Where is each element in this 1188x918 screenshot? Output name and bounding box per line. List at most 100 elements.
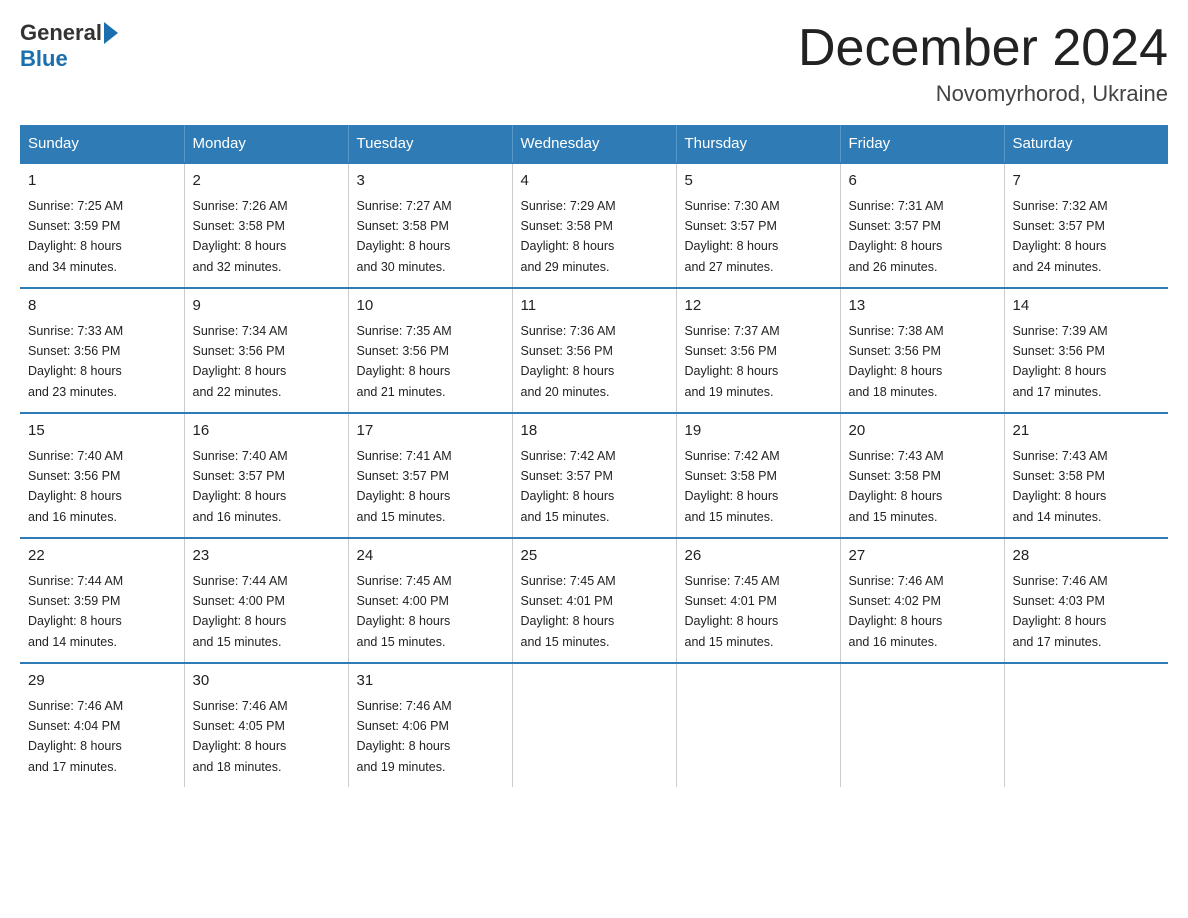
calendar-cell: 27 Sunrise: 7:46 AMSunset: 4:02 PMDaylig…	[840, 538, 1004, 663]
calendar-cell: 19 Sunrise: 7:42 AMSunset: 3:58 PMDaylig…	[676, 413, 840, 538]
logo-arrow-icon	[104, 22, 118, 44]
calendar-cell: 7 Sunrise: 7:32 AMSunset: 3:57 PMDayligh…	[1004, 163, 1168, 288]
logo-blue-text: Blue	[20, 46, 68, 72]
day-number: 20	[849, 420, 996, 443]
day-info: Sunrise: 7:46 AMSunset: 4:02 PMDaylight:…	[849, 574, 944, 649]
calendar-cell: 16 Sunrise: 7:40 AMSunset: 3:57 PMDaylig…	[184, 413, 348, 538]
day-number: 18	[521, 420, 668, 443]
calendar-cell: 5 Sunrise: 7:30 AMSunset: 3:57 PMDayligh…	[676, 163, 840, 288]
page-header: General Blue December 2024 Novomyrhorod,…	[20, 20, 1168, 107]
calendar-cell: 10 Sunrise: 7:35 AMSunset: 3:56 PMDaylig…	[348, 288, 512, 413]
day-number: 9	[193, 295, 340, 318]
calendar-cell: 4 Sunrise: 7:29 AMSunset: 3:58 PMDayligh…	[512, 163, 676, 288]
day-info: Sunrise: 7:46 AMSunset: 4:04 PMDaylight:…	[28, 699, 123, 774]
calendar-cell: 22 Sunrise: 7:44 AMSunset: 3:59 PMDaylig…	[20, 538, 184, 663]
day-info: Sunrise: 7:44 AMSunset: 3:59 PMDaylight:…	[28, 574, 123, 649]
day-info: Sunrise: 7:45 AMSunset: 4:01 PMDaylight:…	[521, 574, 616, 649]
calendar-cell: 18 Sunrise: 7:42 AMSunset: 3:57 PMDaylig…	[512, 413, 676, 538]
header-wednesday: Wednesday	[512, 125, 676, 163]
day-info: Sunrise: 7:25 AMSunset: 3:59 PMDaylight:…	[28, 199, 123, 274]
calendar-week-row: 1 Sunrise: 7:25 AMSunset: 3:59 PMDayligh…	[20, 163, 1168, 288]
day-info: Sunrise: 7:42 AMSunset: 3:57 PMDaylight:…	[521, 449, 616, 524]
day-number: 2	[193, 170, 340, 193]
calendar-week-row: 8 Sunrise: 7:33 AMSunset: 3:56 PMDayligh…	[20, 288, 1168, 413]
calendar-cell: 31 Sunrise: 7:46 AMSunset: 4:06 PMDaylig…	[348, 663, 512, 787]
day-number: 21	[1013, 420, 1161, 443]
calendar-cell: 1 Sunrise: 7:25 AMSunset: 3:59 PMDayligh…	[20, 163, 184, 288]
calendar-cell: 29 Sunrise: 7:46 AMSunset: 4:04 PMDaylig…	[20, 663, 184, 787]
day-number: 6	[849, 170, 996, 193]
day-number: 16	[193, 420, 340, 443]
day-info: Sunrise: 7:46 AMSunset: 4:03 PMDaylight:…	[1013, 574, 1108, 649]
day-info: Sunrise: 7:46 AMSunset: 4:05 PMDaylight:…	[193, 699, 288, 774]
month-title: December 2024	[798, 20, 1168, 77]
calendar-table: SundayMondayTuesdayWednesdayThursdayFrid…	[20, 125, 1168, 787]
calendar-cell: 24 Sunrise: 7:45 AMSunset: 4:00 PMDaylig…	[348, 538, 512, 663]
day-number: 29	[28, 670, 176, 693]
calendar-cell	[512, 663, 676, 787]
day-number: 7	[1013, 170, 1161, 193]
calendar-cell: 26 Sunrise: 7:45 AMSunset: 4:01 PMDaylig…	[676, 538, 840, 663]
title-block: December 2024 Novomyrhorod, Ukraine	[798, 20, 1168, 107]
calendar-cell: 8 Sunrise: 7:33 AMSunset: 3:56 PMDayligh…	[20, 288, 184, 413]
day-number: 12	[685, 295, 832, 318]
day-info: Sunrise: 7:42 AMSunset: 3:58 PMDaylight:…	[685, 449, 780, 524]
calendar-cell: 21 Sunrise: 7:43 AMSunset: 3:58 PMDaylig…	[1004, 413, 1168, 538]
calendar-week-row: 29 Sunrise: 7:46 AMSunset: 4:04 PMDaylig…	[20, 663, 1168, 787]
calendar-cell: 23 Sunrise: 7:44 AMSunset: 4:00 PMDaylig…	[184, 538, 348, 663]
day-number: 25	[521, 545, 668, 568]
location-label: Novomyrhorod, Ukraine	[798, 81, 1168, 107]
day-info: Sunrise: 7:32 AMSunset: 3:57 PMDaylight:…	[1013, 199, 1108, 274]
logo-general-text: General	[20, 20, 102, 46]
calendar-cell: 15 Sunrise: 7:40 AMSunset: 3:56 PMDaylig…	[20, 413, 184, 538]
calendar-week-row: 15 Sunrise: 7:40 AMSunset: 3:56 PMDaylig…	[20, 413, 1168, 538]
calendar-cell: 28 Sunrise: 7:46 AMSunset: 4:03 PMDaylig…	[1004, 538, 1168, 663]
day-info: Sunrise: 7:26 AMSunset: 3:58 PMDaylight:…	[193, 199, 288, 274]
calendar-cell: 25 Sunrise: 7:45 AMSunset: 4:01 PMDaylig…	[512, 538, 676, 663]
calendar-cell: 13 Sunrise: 7:38 AMSunset: 3:56 PMDaylig…	[840, 288, 1004, 413]
day-number: 24	[357, 545, 504, 568]
day-info: Sunrise: 7:30 AMSunset: 3:57 PMDaylight:…	[685, 199, 780, 274]
day-info: Sunrise: 7:39 AMSunset: 3:56 PMDaylight:…	[1013, 324, 1108, 399]
day-info: Sunrise: 7:38 AMSunset: 3:56 PMDaylight:…	[849, 324, 944, 399]
header-friday: Friday	[840, 125, 1004, 163]
header-sunday: Sunday	[20, 125, 184, 163]
day-info: Sunrise: 7:45 AMSunset: 4:01 PMDaylight:…	[685, 574, 780, 649]
calendar-cell: 2 Sunrise: 7:26 AMSunset: 3:58 PMDayligh…	[184, 163, 348, 288]
calendar-cell: 20 Sunrise: 7:43 AMSunset: 3:58 PMDaylig…	[840, 413, 1004, 538]
day-number: 1	[28, 170, 176, 193]
header-tuesday: Tuesday	[348, 125, 512, 163]
day-number: 4	[521, 170, 668, 193]
day-info: Sunrise: 7:41 AMSunset: 3:57 PMDaylight:…	[357, 449, 452, 524]
day-number: 27	[849, 545, 996, 568]
day-number: 23	[193, 545, 340, 568]
day-info: Sunrise: 7:34 AMSunset: 3:56 PMDaylight:…	[193, 324, 288, 399]
day-info: Sunrise: 7:40 AMSunset: 3:57 PMDaylight:…	[193, 449, 288, 524]
day-number: 8	[28, 295, 176, 318]
day-number: 17	[357, 420, 504, 443]
day-number: 10	[357, 295, 504, 318]
header-thursday: Thursday	[676, 125, 840, 163]
day-number: 22	[28, 545, 176, 568]
day-number: 11	[521, 295, 668, 318]
day-number: 26	[685, 545, 832, 568]
day-info: Sunrise: 7:46 AMSunset: 4:06 PMDaylight:…	[357, 699, 452, 774]
header-saturday: Saturday	[1004, 125, 1168, 163]
day-number: 14	[1013, 295, 1161, 318]
day-info: Sunrise: 7:36 AMSunset: 3:56 PMDaylight:…	[521, 324, 616, 399]
day-info: Sunrise: 7:43 AMSunset: 3:58 PMDaylight:…	[849, 449, 944, 524]
day-info: Sunrise: 7:43 AMSunset: 3:58 PMDaylight:…	[1013, 449, 1108, 524]
header-monday: Monday	[184, 125, 348, 163]
calendar-cell	[1004, 663, 1168, 787]
day-info: Sunrise: 7:37 AMSunset: 3:56 PMDaylight:…	[685, 324, 780, 399]
day-info: Sunrise: 7:35 AMSunset: 3:56 PMDaylight:…	[357, 324, 452, 399]
calendar-cell: 30 Sunrise: 7:46 AMSunset: 4:05 PMDaylig…	[184, 663, 348, 787]
day-info: Sunrise: 7:31 AMSunset: 3:57 PMDaylight:…	[849, 199, 944, 274]
calendar-cell: 14 Sunrise: 7:39 AMSunset: 3:56 PMDaylig…	[1004, 288, 1168, 413]
logo: General Blue	[20, 20, 120, 72]
calendar-cell: 9 Sunrise: 7:34 AMSunset: 3:56 PMDayligh…	[184, 288, 348, 413]
calendar-cell: 17 Sunrise: 7:41 AMSunset: 3:57 PMDaylig…	[348, 413, 512, 538]
calendar-cell: 11 Sunrise: 7:36 AMSunset: 3:56 PMDaylig…	[512, 288, 676, 413]
day-number: 28	[1013, 545, 1161, 568]
calendar-cell	[676, 663, 840, 787]
